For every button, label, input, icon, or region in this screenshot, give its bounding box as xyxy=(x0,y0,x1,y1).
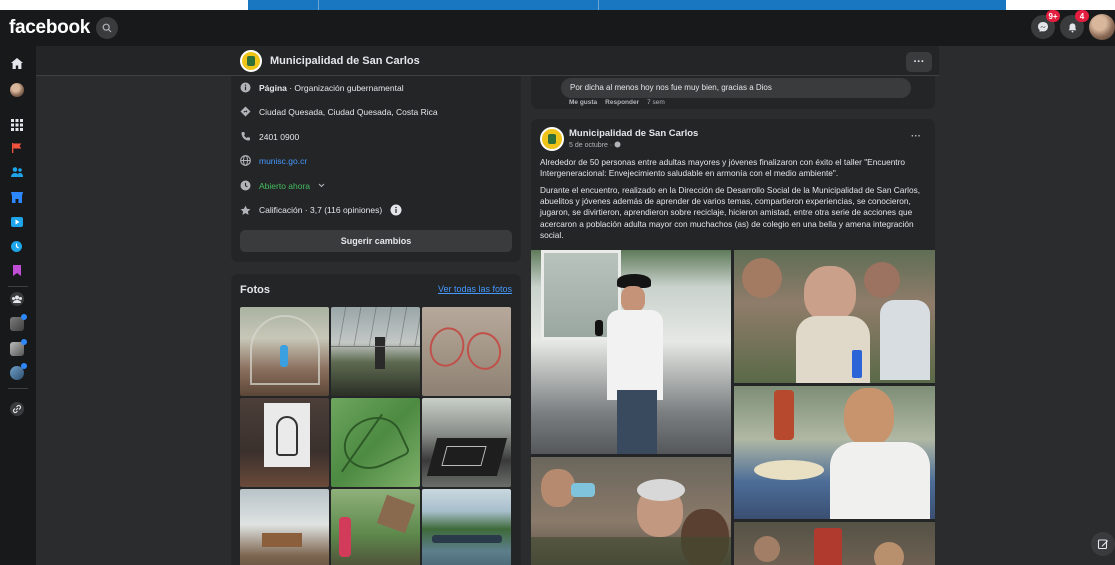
page-header-bar: Municipalidad de San Carlos ··· xyxy=(36,46,939,76)
post-author-avatar[interactable] xyxy=(540,127,564,151)
post-photo-bottom-right[interactable] xyxy=(734,522,935,565)
category-value: · Organización gubernamental xyxy=(286,82,404,93)
post-photo-mid-right[interactable] xyxy=(734,386,935,519)
photo-thumb[interactable] xyxy=(422,489,511,565)
comment-card: Por dicha al menos hoy nos fue muy bien,… xyxy=(531,76,935,109)
photo-thumb[interactable] xyxy=(422,398,511,487)
link-shortcut[interactable] xyxy=(10,402,24,416)
top-navigation-bar: facebook 9+ 4 xyxy=(0,10,1115,46)
unread-dot xyxy=(21,363,27,369)
globe-icon xyxy=(240,155,251,166)
memories-clock-icon[interactable] xyxy=(10,240,23,253)
profile-avatar[interactable] xyxy=(1089,14,1115,40)
left-sidebar xyxy=(0,46,36,565)
post-paragraph-1: Alrededor de 50 personas entre adultas m… xyxy=(540,157,905,179)
photo-thumb[interactable] xyxy=(422,307,511,396)
chevron-down-icon[interactable] xyxy=(318,183,325,188)
notifications-badge: 4 xyxy=(1075,10,1089,22)
watch-icon[interactable] xyxy=(10,216,24,228)
comment-like-button[interactable]: Me gusta xyxy=(569,99,597,106)
rating-text: Calificación · 3,7 (116 opiniones) xyxy=(259,205,383,215)
address-text[interactable]: Ciudad Quesada, Ciudad Quesada, Costa Ri… xyxy=(259,107,438,117)
post-photo-top-right[interactable] xyxy=(734,250,935,383)
directions-icon xyxy=(240,106,251,117)
globe-icon xyxy=(614,141,621,148)
website-link[interactable]: munisc.go.cr xyxy=(259,156,307,166)
pages-flag-icon[interactable] xyxy=(11,142,23,154)
marketplace-icon[interactable] xyxy=(10,191,24,204)
post-paragraph-2: Durante el encuentro, realizado en la Di… xyxy=(540,185,921,240)
unread-dot xyxy=(21,339,27,345)
user-avatar-shortcut[interactable] xyxy=(10,83,24,97)
photo-thumb[interactable] xyxy=(331,489,420,565)
post-photo-main[interactable] xyxy=(531,250,731,454)
saved-bookmark-icon[interactable] xyxy=(12,264,22,277)
new-message-button[interactable] xyxy=(1091,532,1115,556)
page-logo[interactable] xyxy=(240,50,262,72)
info-phone: 2401 0900 xyxy=(240,131,299,142)
info-circle-icon[interactable] xyxy=(390,204,402,216)
see-all-photos-link[interactable]: Ver todas las fotos xyxy=(438,284,512,294)
photo-thumb[interactable] xyxy=(331,307,420,396)
info-icon xyxy=(240,82,251,93)
page-info-card: Página · Organización gubernamental Ciud… xyxy=(231,76,521,262)
messenger-badge: 9+ xyxy=(1046,10,1060,22)
photo-thumb[interactable] xyxy=(331,398,420,487)
friends-icon[interactable] xyxy=(10,166,24,178)
messenger-icon xyxy=(1038,22,1048,32)
compose-icon xyxy=(1097,539,1109,550)
page-more-button[interactable]: ··· xyxy=(906,52,932,72)
group-shortcut-1[interactable] xyxy=(10,292,24,306)
photo-thumb[interactable] xyxy=(240,307,329,396)
top-right-actions: 9+ 4 xyxy=(1031,10,1115,40)
comment-bubble: Por dicha al menos hoy nos fue muy bien,… xyxy=(561,78,911,98)
info-address: Ciudad Quesada, Ciudad Quesada, Costa Ri… xyxy=(240,106,438,117)
info-category: Página · Organización gubernamental xyxy=(240,82,404,93)
clock-icon xyxy=(240,180,251,191)
top-strip xyxy=(248,0,1006,10)
star-icon xyxy=(240,205,251,215)
info-website: munisc.go.cr xyxy=(240,155,307,166)
post-card: Municipalidad de San Carlos 5 de octubre… xyxy=(531,119,935,565)
sidebar-divider xyxy=(8,388,28,389)
post-photo-bottom-left[interactable] xyxy=(531,457,731,565)
info-rating: Calificación · 3,7 (116 opiniones) xyxy=(240,204,402,216)
unread-dot xyxy=(21,314,27,320)
comment-actions: Me gusta Responder 7 sem xyxy=(569,99,665,106)
post-more-button[interactable]: ··· xyxy=(911,131,921,142)
phone-text[interactable]: 2401 0900 xyxy=(259,132,299,142)
messenger-button[interactable]: 9+ xyxy=(1031,10,1060,39)
post-date-text: 5 de octubre · xyxy=(569,142,615,149)
facebook-logo[interactable]: facebook xyxy=(9,17,90,39)
apps-grid-icon[interactable] xyxy=(10,118,24,132)
group-shortcut-3[interactable] xyxy=(10,339,27,356)
search-icon xyxy=(102,23,112,33)
link-icon xyxy=(12,404,22,414)
phone-icon xyxy=(241,132,250,141)
sidebar-divider xyxy=(8,286,28,287)
search-button[interactable] xyxy=(96,17,118,39)
photos-title: Fotos xyxy=(240,284,270,296)
notifications-button[interactable]: 4 xyxy=(1060,10,1089,39)
category-label: Página xyxy=(259,82,287,93)
comment-time[interactable]: 7 sem xyxy=(647,99,665,106)
hours-status[interactable]: Abierto ahora xyxy=(259,181,310,191)
group-shortcut-2[interactable] xyxy=(10,314,27,331)
page-title[interactable]: Municipalidad de San Carlos xyxy=(270,55,420,67)
post-author-name[interactable]: Municipalidad de San Carlos xyxy=(569,128,698,139)
photo-thumb[interactable] xyxy=(240,489,329,565)
comment-reply-button[interactable]: Responder xyxy=(605,99,639,106)
photos-card: Fotos Ver todas las fotos xyxy=(231,274,521,565)
suggest-edits-button[interactable]: Sugerir cambios xyxy=(240,230,512,252)
group-shortcut-4[interactable] xyxy=(10,363,27,380)
info-hours: Abierto ahora xyxy=(240,180,325,191)
bell-icon xyxy=(1068,22,1076,33)
post-date[interactable]: 5 de octubre · xyxy=(569,141,621,149)
photo-thumb[interactable] xyxy=(240,398,329,487)
home-icon[interactable] xyxy=(10,57,24,70)
